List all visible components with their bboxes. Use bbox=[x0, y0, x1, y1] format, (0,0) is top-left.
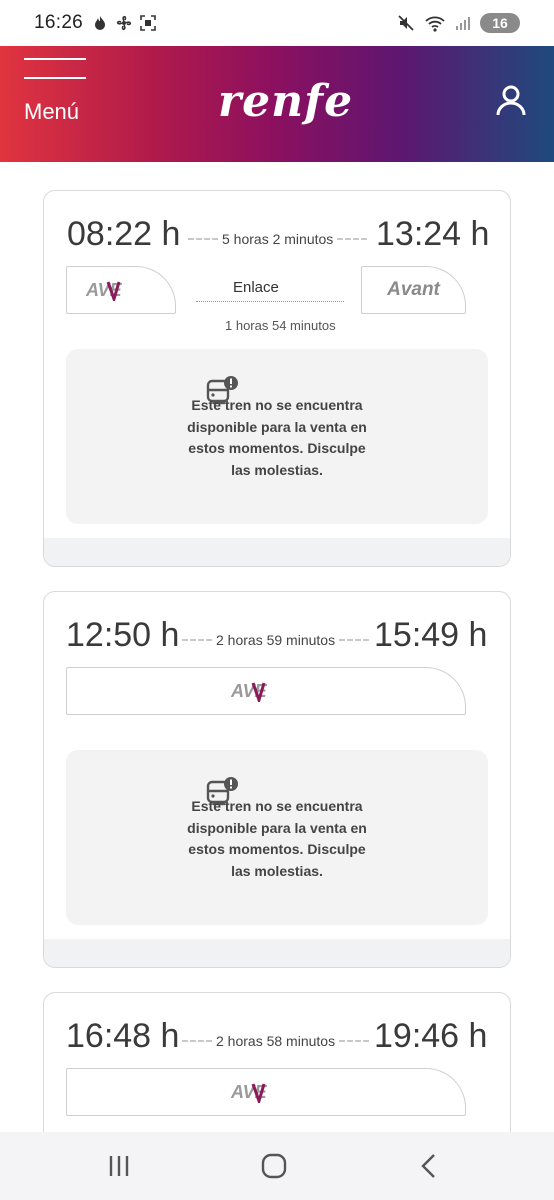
trip-card[interactable]: 08:22 h 5 horas 2 minutos 13:24 h AVE En… bbox=[43, 190, 511, 567]
ave-logo: AVE bbox=[231, 1082, 268, 1103]
train-type-avant: Avant bbox=[361, 266, 466, 314]
system-nav-bar bbox=[0, 1132, 554, 1200]
menu-label[interactable]: Menú bbox=[24, 99, 79, 125]
renfe-logo: renfe bbox=[218, 76, 354, 127]
unavailable-notice: Este tren no se encuentra disponible par… bbox=[66, 750, 488, 925]
wifi-icon bbox=[425, 16, 445, 32]
trip-card[interactable]: 12:50 h 2 horas 59 minutos 15:49 h AVE E… bbox=[43, 591, 511, 968]
card-footer bbox=[44, 538, 510, 566]
trip-card[interactable]: 16:48 h 2 horas 58 minutos 19:46 h AVE bbox=[43, 992, 511, 1152]
back-icon[interactable] bbox=[414, 1150, 446, 1182]
train-type-ave: AVE bbox=[66, 667, 466, 715]
status-time: 16:26 bbox=[34, 12, 84, 33]
ave-logo: AVE bbox=[86, 280, 123, 301]
mute-icon bbox=[398, 15, 414, 31]
status-bar: 16:26 16 bbox=[0, 0, 554, 46]
app-header: Menú renfe bbox=[0, 46, 554, 162]
fan-icon bbox=[116, 15, 132, 31]
flame-icon bbox=[95, 16, 106, 30]
unavailable-notice: Este tren no se encuentra disponible par… bbox=[66, 349, 488, 524]
connection-line bbox=[196, 301, 344, 302]
avant-logo: Avant bbox=[387, 279, 440, 300]
home-icon[interactable] bbox=[258, 1150, 290, 1182]
arrival-time: 19:46 h bbox=[374, 1017, 488, 1055]
notice-text: Este tren no se encuentra disponible par… bbox=[187, 798, 367, 879]
trip-duration: 2 horas 59 minutos bbox=[178, 632, 373, 648]
battery-icon: 16 bbox=[480, 13, 520, 33]
status-left-icons bbox=[91, 14, 157, 32]
departure-time: 12:50 h bbox=[66, 616, 180, 654]
status-right-icons: 16 bbox=[396, 13, 520, 33]
train-type-ave: AVE bbox=[66, 266, 176, 314]
trip-duration: 5 horas 2 minutos bbox=[184, 231, 371, 247]
connection-duration: 1 horas 54 minutos bbox=[225, 318, 336, 333]
arrival-time: 13:24 h bbox=[376, 215, 490, 253]
user-icon[interactable] bbox=[494, 84, 528, 118]
card-footer bbox=[44, 939, 510, 967]
trip-duration: 2 horas 58 minutos bbox=[178, 1033, 373, 1049]
departure-time: 16:48 h bbox=[66, 1017, 180, 1055]
notice-text: Este tren no se encuentra disponible par… bbox=[187, 397, 367, 478]
screenshot-icon bbox=[140, 15, 156, 31]
train-type-ave: AVE bbox=[66, 1068, 466, 1116]
connection-label: Enlace bbox=[233, 279, 279, 296]
recent-apps-icon[interactable] bbox=[103, 1150, 135, 1182]
arrival-time: 15:49 h bbox=[374, 616, 488, 654]
signal-icon bbox=[456, 17, 470, 30]
departure-time: 08:22 h bbox=[67, 215, 181, 253]
ave-logo: AVE bbox=[231, 681, 268, 702]
